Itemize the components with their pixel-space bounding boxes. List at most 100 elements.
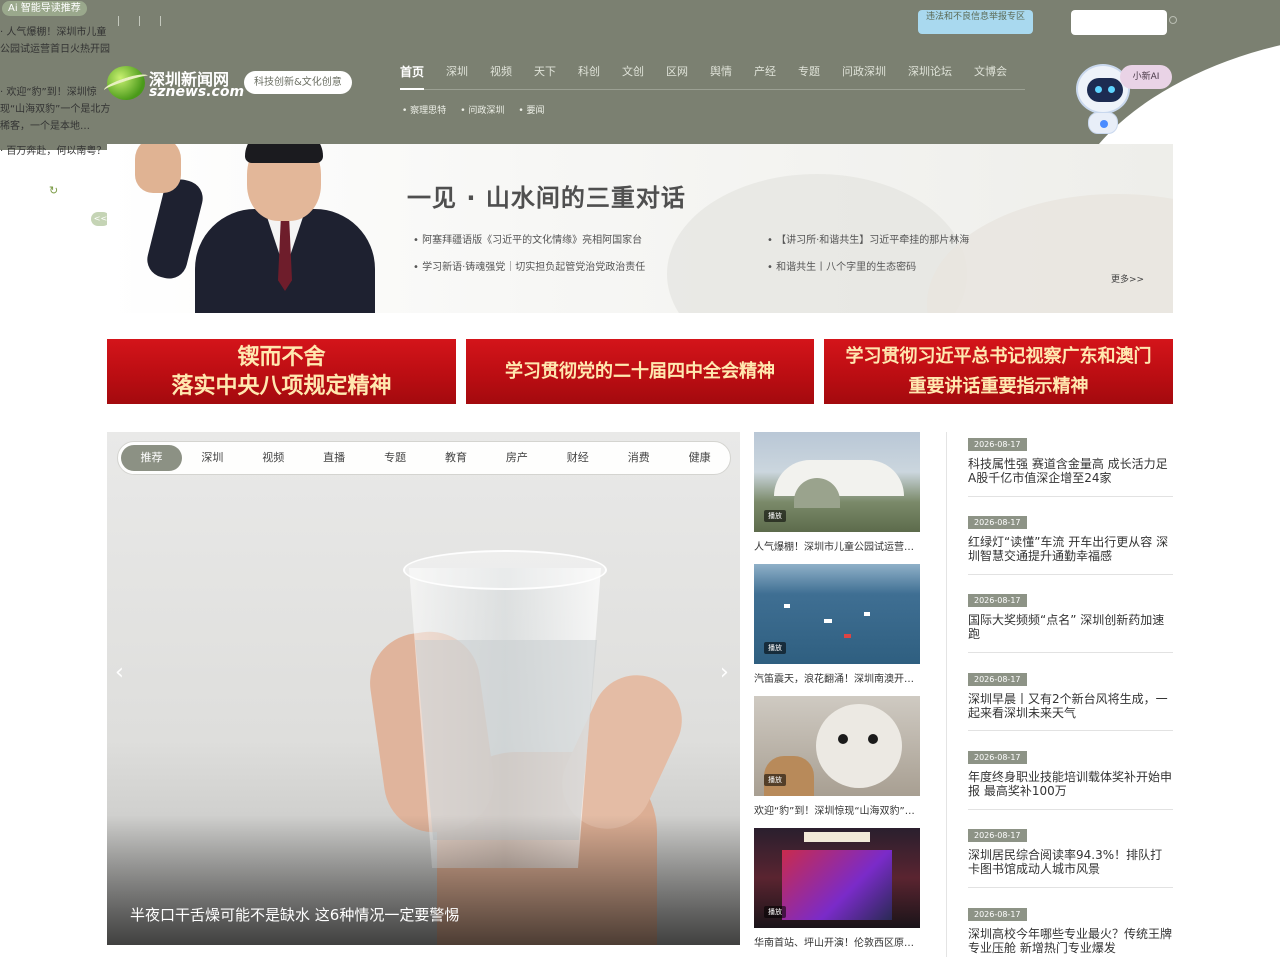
sub-nav: 察理思特 问政深圳 要闻 xyxy=(402,103,545,116)
video-thumbnail[interactable]: 播放 xyxy=(754,828,920,928)
ai-recommend-item[interactable]: 人气爆棚！深圳市儿童公园试运营首日火热开园 xyxy=(0,24,112,58)
nav-item-industry[interactable]: 产经 xyxy=(754,63,776,80)
video-caption[interactable]: 人气爆棚！深圳市儿童公园试运营… xyxy=(754,538,920,553)
news-item[interactable]: 2026-08-17 科技属性强 赛道含金量高 成长活力足 A股千亿市值深企增至… xyxy=(968,432,1173,485)
news-date-badge: 2026-08-17 xyxy=(968,751,1027,764)
news-item[interactable]: 2026-08-17 深圳高校今年哪些专业最火？传统王牌专业压舱 新增热门专业爆… xyxy=(968,902,1173,955)
site-logo[interactable]: 深圳新闻网 sznews.com xyxy=(102,64,247,102)
tab-shenzhen[interactable]: 深圳 xyxy=(182,445,243,471)
category-tabs: 推荐 深圳 视频 直播 专题 教育 房产 财经 消费 健康 xyxy=(117,441,731,475)
video-card[interactable]: 播放 汽笛震天，浪花翻涌！深圳南澳开… xyxy=(754,564,920,685)
ai-assistant-button[interactable]: 小新AI xyxy=(1120,65,1172,89)
news-separator xyxy=(968,574,1173,575)
nav-item-district[interactable]: 区网 xyxy=(666,63,688,80)
news-item[interactable]: 2026-08-17 国际大奖频频“点名” 深圳创新药加速跑 xyxy=(968,588,1173,641)
video-caption[interactable]: 汽笛震天，浪花翻涌！深圳南澳开… xyxy=(754,670,920,685)
news-separator xyxy=(968,730,1173,731)
news-date-badge: 2026-08-17 xyxy=(968,594,1027,607)
headline-carousel[interactable]: 半夜口干舌燥可能不是缺水 这6种情况一定要警惕 ‹ › 推荐 深圳 视频 直播 … xyxy=(107,432,740,945)
nav-item-video[interactable]: 视频 xyxy=(490,63,512,80)
hero-link[interactable]: 学习新语·铸魂强党｜切实担负起管党治党政治责任 xyxy=(413,258,645,273)
tab-realestate[interactable]: 房产 xyxy=(486,445,547,471)
logo-text-en: sznews.com xyxy=(149,84,245,100)
nav-item-wenzheng[interactable]: 问政深圳 xyxy=(842,63,886,80)
subnav-item[interactable]: 察理思特 xyxy=(402,103,446,116)
nav-item-culture[interactable]: 文创 xyxy=(622,63,644,80)
news-item[interactable]: 2026-08-17 红绿灯“读懂”车流 开车出行更从容 深圳智慧交通提升通勤幸… xyxy=(968,510,1173,563)
hero-link[interactable]: 阿塞拜疆语版《习近平的文化情缘》亮相阿国家台 xyxy=(413,231,642,246)
video-play-badge: 播放 xyxy=(764,906,786,918)
tab-finance[interactable]: 财经 xyxy=(547,445,608,471)
banner-line: 重要讲话重要指示精神 xyxy=(908,375,1089,397)
news-date-badge: 2026-08-17 xyxy=(968,438,1027,451)
nav-divider xyxy=(400,89,1025,90)
tab-consumer[interactable]: 消费 xyxy=(608,445,669,471)
refresh-icon[interactable]: ↻ xyxy=(49,184,58,197)
news-separator xyxy=(968,652,1173,653)
nav-item-tech[interactable]: 科创 xyxy=(578,63,600,80)
hero-banner[interactable]: 一见 · 山水间的三重对话 阿塞拜疆语版《习近平的文化情缘》亮相阿国家台 【讲习… xyxy=(107,144,1173,313)
news-title[interactable]: 国际大奖频频“点名” 深圳创新药加速跑 xyxy=(968,613,1173,641)
nav-item-shenzhen[interactable]: 深圳 xyxy=(446,63,468,80)
promo-banner-eight-rules[interactable]: 锲而不舍 落实中央八项规定精神 xyxy=(107,339,456,404)
chevron-left-icon[interactable]: ‹ xyxy=(115,660,124,685)
news-item[interactable]: 2026-08-17 年度终身职业技能培训载体奖补开始申报 最高奖补100万 xyxy=(968,745,1173,798)
hero-title[interactable]: 一见 · 山水间的三重对话 xyxy=(407,178,686,213)
news-item[interactable]: 2026-08-17 深圳早晨丨又有2个新台风将生成，一起来看深圳未来天气 xyxy=(968,667,1173,720)
hero-link[interactable]: 和谐共生丨八个字里的生态密码 xyxy=(767,258,916,273)
nav-item-world[interactable]: 天下 xyxy=(534,63,556,80)
subnav-item[interactable]: 问政深圳 xyxy=(460,103,504,116)
banner-line: 学习贯彻党的二十届四中全会精神 xyxy=(505,360,775,382)
tab-education[interactable]: 教育 xyxy=(426,445,487,471)
hero-more-link[interactable]: 更多>> xyxy=(1111,272,1144,285)
news-title[interactable]: 科技属性强 赛道含金量高 成长活力足 A股千亿市值深企增至24家 xyxy=(968,457,1173,485)
video-caption[interactable]: 华南首站、坪山开演！伦敦西区原… xyxy=(754,934,920,949)
carousel-caption[interactable]: 半夜口干舌燥可能不是缺水 这6种情况一定要警惕 xyxy=(130,904,459,925)
search-input[interactable] xyxy=(1071,10,1167,35)
news-title[interactable]: 年度终身职业技能培训载体奖补开始申报 最高奖补100万 xyxy=(968,770,1173,798)
video-card[interactable]: 播放 欢迎“豹”到！深圳惊现“山海双豹”… xyxy=(754,696,920,817)
news-title[interactable]: 深圳居民综合阅读率94.3%！排队打卡图书馆成动人城市风景 xyxy=(968,848,1173,876)
chevron-right-icon[interactable]: › xyxy=(720,660,729,685)
news-item[interactable]: 2026-08-17 深圳居民综合阅读率94.3%！排队打卡图书馆成动人城市风景 xyxy=(968,823,1173,876)
news-title[interactable]: 深圳高校今年哪些专业最火？传统王牌专业压舱 新增热门专业爆发 xyxy=(968,927,1173,955)
ai-recommend-item[interactable]: 百万奔赴，何以南粤？ xyxy=(0,143,112,160)
tab-health[interactable]: 健康 xyxy=(669,445,730,471)
banner-line: 落实中央八项规定精神 xyxy=(171,373,392,399)
video-thumbnail[interactable]: 播放 xyxy=(754,432,920,532)
search-icon[interactable] xyxy=(1169,16,1177,24)
nav-item-expo[interactable]: 文博会 xyxy=(974,63,1007,80)
tab-topics[interactable]: 专题 xyxy=(365,445,426,471)
hero-portrait xyxy=(125,144,385,313)
nav-item-home[interactable]: 首页 xyxy=(400,63,424,80)
video-thumbnail[interactable]: 播放 xyxy=(754,696,920,796)
nav-item-forum[interactable]: 深圳论坛 xyxy=(908,63,952,80)
news-title[interactable]: 红绿灯“读懂”车流 开车出行更从容 深圳智慧交通提升通勤幸福感 xyxy=(968,535,1173,563)
tab-live[interactable]: 直播 xyxy=(304,445,365,471)
report-button[interactable]: 违法和不良信息举报专区 xyxy=(918,10,1033,34)
hero-link[interactable]: 【讲习所·和谐共生】习近平牵挂的那片林海 xyxy=(767,231,969,246)
news-date-badge: 2026-08-17 xyxy=(968,908,1027,921)
top-links xyxy=(118,16,161,26)
promo-banner-plenum[interactable]: 学习贯彻党的二十届四中全会精神 xyxy=(466,339,814,404)
ai-recommend-label: Ai 智能导读推荐 xyxy=(2,1,87,16)
news-date-badge: 2026-08-17 xyxy=(968,516,1027,529)
promo-banner-inspection[interactable]: 学习贯彻习近平总书记视察广东和澳门 重要讲话重要指示精神 xyxy=(824,339,1173,404)
news-date-badge: 2026-08-17 xyxy=(968,829,1027,842)
video-caption[interactable]: 欢迎“豹”到！深圳惊现“山海双豹”… xyxy=(754,802,920,817)
video-card[interactable]: 播放 人气爆棚！深圳市儿童公园试运营… xyxy=(754,432,920,553)
video-card[interactable]: 播放 华南首站、坪山开演！伦敦西区原… xyxy=(754,828,920,949)
video-play-badge: 播放 xyxy=(764,510,786,522)
nav-active-underline xyxy=(400,88,424,90)
slogan-badge: 科技创新&文化创意 xyxy=(244,71,352,94)
tab-video[interactable]: 视频 xyxy=(243,445,304,471)
subnav-item[interactable]: 要闻 xyxy=(518,103,545,116)
news-date-badge: 2026-08-17 xyxy=(968,673,1027,686)
video-thumbnail[interactable]: 播放 xyxy=(754,564,920,664)
ai-recommend-item[interactable]: 欢迎“豹”到！深圳惊现“山海双豹”一个是北方稀客，一个是本地… xyxy=(0,84,112,135)
news-title[interactable]: 深圳早晨丨又有2个新台风将生成，一起来看深圳未来天气 xyxy=(968,692,1173,720)
tab-recommend[interactable]: 推荐 xyxy=(121,445,182,471)
nav-item-opinion[interactable]: 舆情 xyxy=(710,63,732,80)
nav-item-topics[interactable]: 专题 xyxy=(798,63,820,80)
main-nav: 首页 深圳 视频 天下 科创 文创 区网 舆情 产经 专题 问政深圳 深圳论坛 … xyxy=(400,63,1029,80)
